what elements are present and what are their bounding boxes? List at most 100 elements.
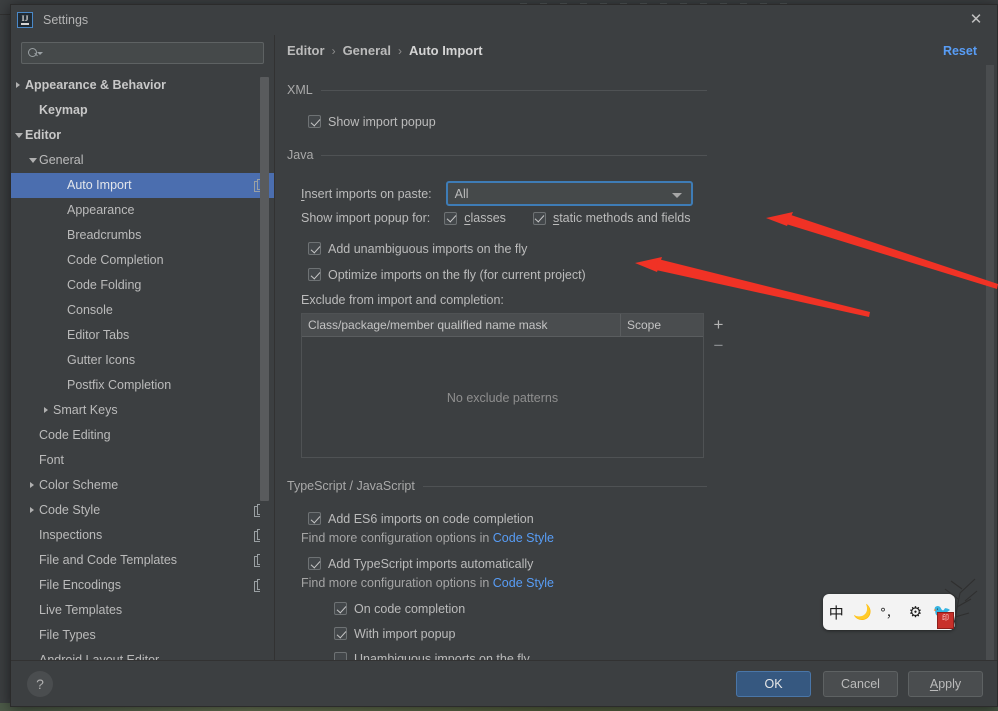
add-typescript-imports-checkbox[interactable] [308,557,321,570]
sidebar-item-code-folding[interactable]: Code Folding [11,273,274,298]
sidebar-item-label: Editor Tabs [67,328,130,342]
optimize-imports-checkbox[interactable] [308,268,321,281]
sidebar-item-label: Font [39,453,65,467]
sidebar-item-label: Appearance [67,203,135,217]
dialog-footer: ? OK Cancel Apply [11,660,997,706]
add-es6-imports-checkbox[interactable] [308,512,321,525]
with-import-popup-checkbox[interactable] [334,627,347,640]
breadcrumb-auto-import: Auto Import [408,43,483,58]
moon-icon[interactable]: 🌙 [849,603,875,621]
sidebar-item-live-templates[interactable]: Live Templates [11,598,274,623]
table-header-mask[interactable]: Class/package/member qualified name mask [302,314,621,336]
chevron-right-icon[interactable] [27,473,41,498]
add-es6-imports-row[interactable]: Add ES6 imports on code completion [308,508,534,529]
breadcrumb: Editor › General › Auto Import [287,43,483,58]
table-header-scope[interactable]: Scope [621,314,703,336]
sidebar-item-file-and-code-templates[interactable]: File and Code Templates [11,548,274,573]
with-import-popup-row[interactable]: With import popup [334,623,455,644]
on-code-completion-checkbox[interactable] [334,602,347,615]
settings-sidebar: Appearance & Behavior Keymap Editor General… [11,35,275,675]
insert-imports-value: All [454,186,469,201]
exclude-from-import-label: Exclude from import and completion: [301,293,504,307]
sidebar-item-editor[interactable]: Editor [11,123,274,148]
reset-link[interactable]: Reset [943,44,977,58]
add-unambiguous-imports-checkbox[interactable] [308,242,321,255]
sidebar-item-auto-import[interactable]: Auto Import [11,173,274,198]
sidebar-item-appearance[interactable]: Appearance [11,198,274,223]
chevron-right-icon[interactable] [27,498,41,523]
on-code-completion-row[interactable]: On code completion [334,598,465,619]
sidebar-item-label: File Types [39,628,96,642]
sidebar-item-color-scheme[interactable]: Color Scheme [11,473,274,498]
apply-button[interactable]: Apply [908,671,983,697]
static-methods-label: static methods and fields [552,211,691,225]
search-input[interactable] [44,46,263,60]
ime-punctuation-button[interactable]: °， [876,604,902,621]
section-divider [320,89,707,91]
help-button[interactable]: ? [27,671,53,697]
remove-exclude-pattern-button[interactable]: − [705,337,732,362]
sidebar-item-code-style[interactable]: Code Style [11,498,274,523]
add-unambiguous-row[interactable]: Add unambiguous imports on the fly [308,238,527,259]
sidebar-item-inspections[interactable]: Inspections [11,523,274,548]
search-box[interactable] [21,42,264,64]
sidebar-item-console[interactable]: Console [11,298,274,323]
sidebar-item-label: Code Editing [39,428,111,442]
ts-hint-text: Find more configuration options in [301,576,493,590]
java-section-label: Java [287,148,314,162]
sidebar-item-label: Smart Keys [53,403,118,417]
ime-stamp-icon: 印 [937,612,954,629]
sidebar-item-general[interactable]: General [11,148,274,173]
sidebar-item-code-completion[interactable]: Code Completion [11,248,274,273]
java-section-title: Java [287,148,707,162]
chevron-right-icon[interactable] [41,398,55,423]
table-side-buttons: + − [705,314,732,459]
chevron-down-icon[interactable] [27,148,41,173]
add-ts-imports-row[interactable]: Add TypeScript imports automatically [308,553,533,574]
add-exclude-pattern-button[interactable]: + [705,314,732,338]
sidebar-item-file-encodings[interactable]: File Encodings [11,573,274,598]
content-scrollbar[interactable] [986,65,994,661]
xml-show-import-popup-checkbox[interactable] [308,115,321,128]
sidebar-item-smart-keys[interactable]: Smart Keys [11,398,274,423]
ime-language-mode-button[interactable]: 中 [823,602,849,623]
breadcrumb-separator: › [331,43,336,58]
add-typescript-imports-label: Add TypeScript imports automatically [328,556,534,571]
ts-code-style-link[interactable]: Code Style [493,576,554,590]
sidebar-scrollbar-thumb[interactable] [260,77,269,501]
sidebar-item-breadcrumbs[interactable]: Breadcrumbs [11,223,274,248]
chevron-right-icon[interactable] [13,73,27,98]
cancel-button[interactable]: Cancel [823,671,898,697]
optimize-imports-row[interactable]: Optimize imports on the fly (for current… [308,264,586,285]
classes-checkbox[interactable] [444,211,458,225]
sidebar-item-postfix-completion[interactable]: Postfix Completion [11,373,274,398]
ok-button[interactable]: OK [736,671,811,697]
sidebar-item-font[interactable]: Font [11,448,274,473]
show-import-popup-for-label: Show import popup for: [301,211,431,225]
intellij-idea-logo-icon: IJ [17,12,33,28]
chevron-down-icon[interactable] [13,123,27,148]
static-methods-checkbox[interactable] [532,211,546,225]
breadcrumb-separator: › [397,43,402,58]
sidebar-item-gutter-icons[interactable]: Gutter Icons [11,348,274,373]
with-import-popup-label: With import popup [354,626,456,641]
breadcrumb-editor[interactable]: Editor [287,43,325,58]
sidebar-item-editor-tabs[interactable]: Editor Tabs [11,323,274,348]
java-section: Java [287,148,707,162]
sidebar-item-appearance-behavior[interactable]: Appearance & Behavior [11,73,274,98]
sidebar-item-label: Breadcrumbs [67,228,142,242]
sidebar-item-label: Postfix Completion [67,378,172,392]
xml-show-import-popup-label: Show import popup [328,114,436,129]
table-empty-state: No exclude patterns [446,390,559,405]
sidebar-item-code-editing[interactable]: Code Editing [11,423,274,448]
es6-code-style-link[interactable]: Code Style [493,531,554,545]
breadcrumb-general[interactable]: General [343,43,391,58]
sidebar-item-keymap[interactable]: Keymap [11,98,274,123]
sidebar-item-label: Editor [25,128,62,142]
xml-show-import-popup-row[interactable]: Show import popup [308,111,436,132]
ts-hint: Find more configuration options in Code … [301,576,554,590]
on-code-completion-label: On code completion [354,601,466,616]
insert-imports-on-paste-select[interactable]: All [445,181,693,206]
sidebar-item-file-types[interactable]: File Types [11,623,274,648]
close-icon[interactable]: ✕ [965,11,987,29]
